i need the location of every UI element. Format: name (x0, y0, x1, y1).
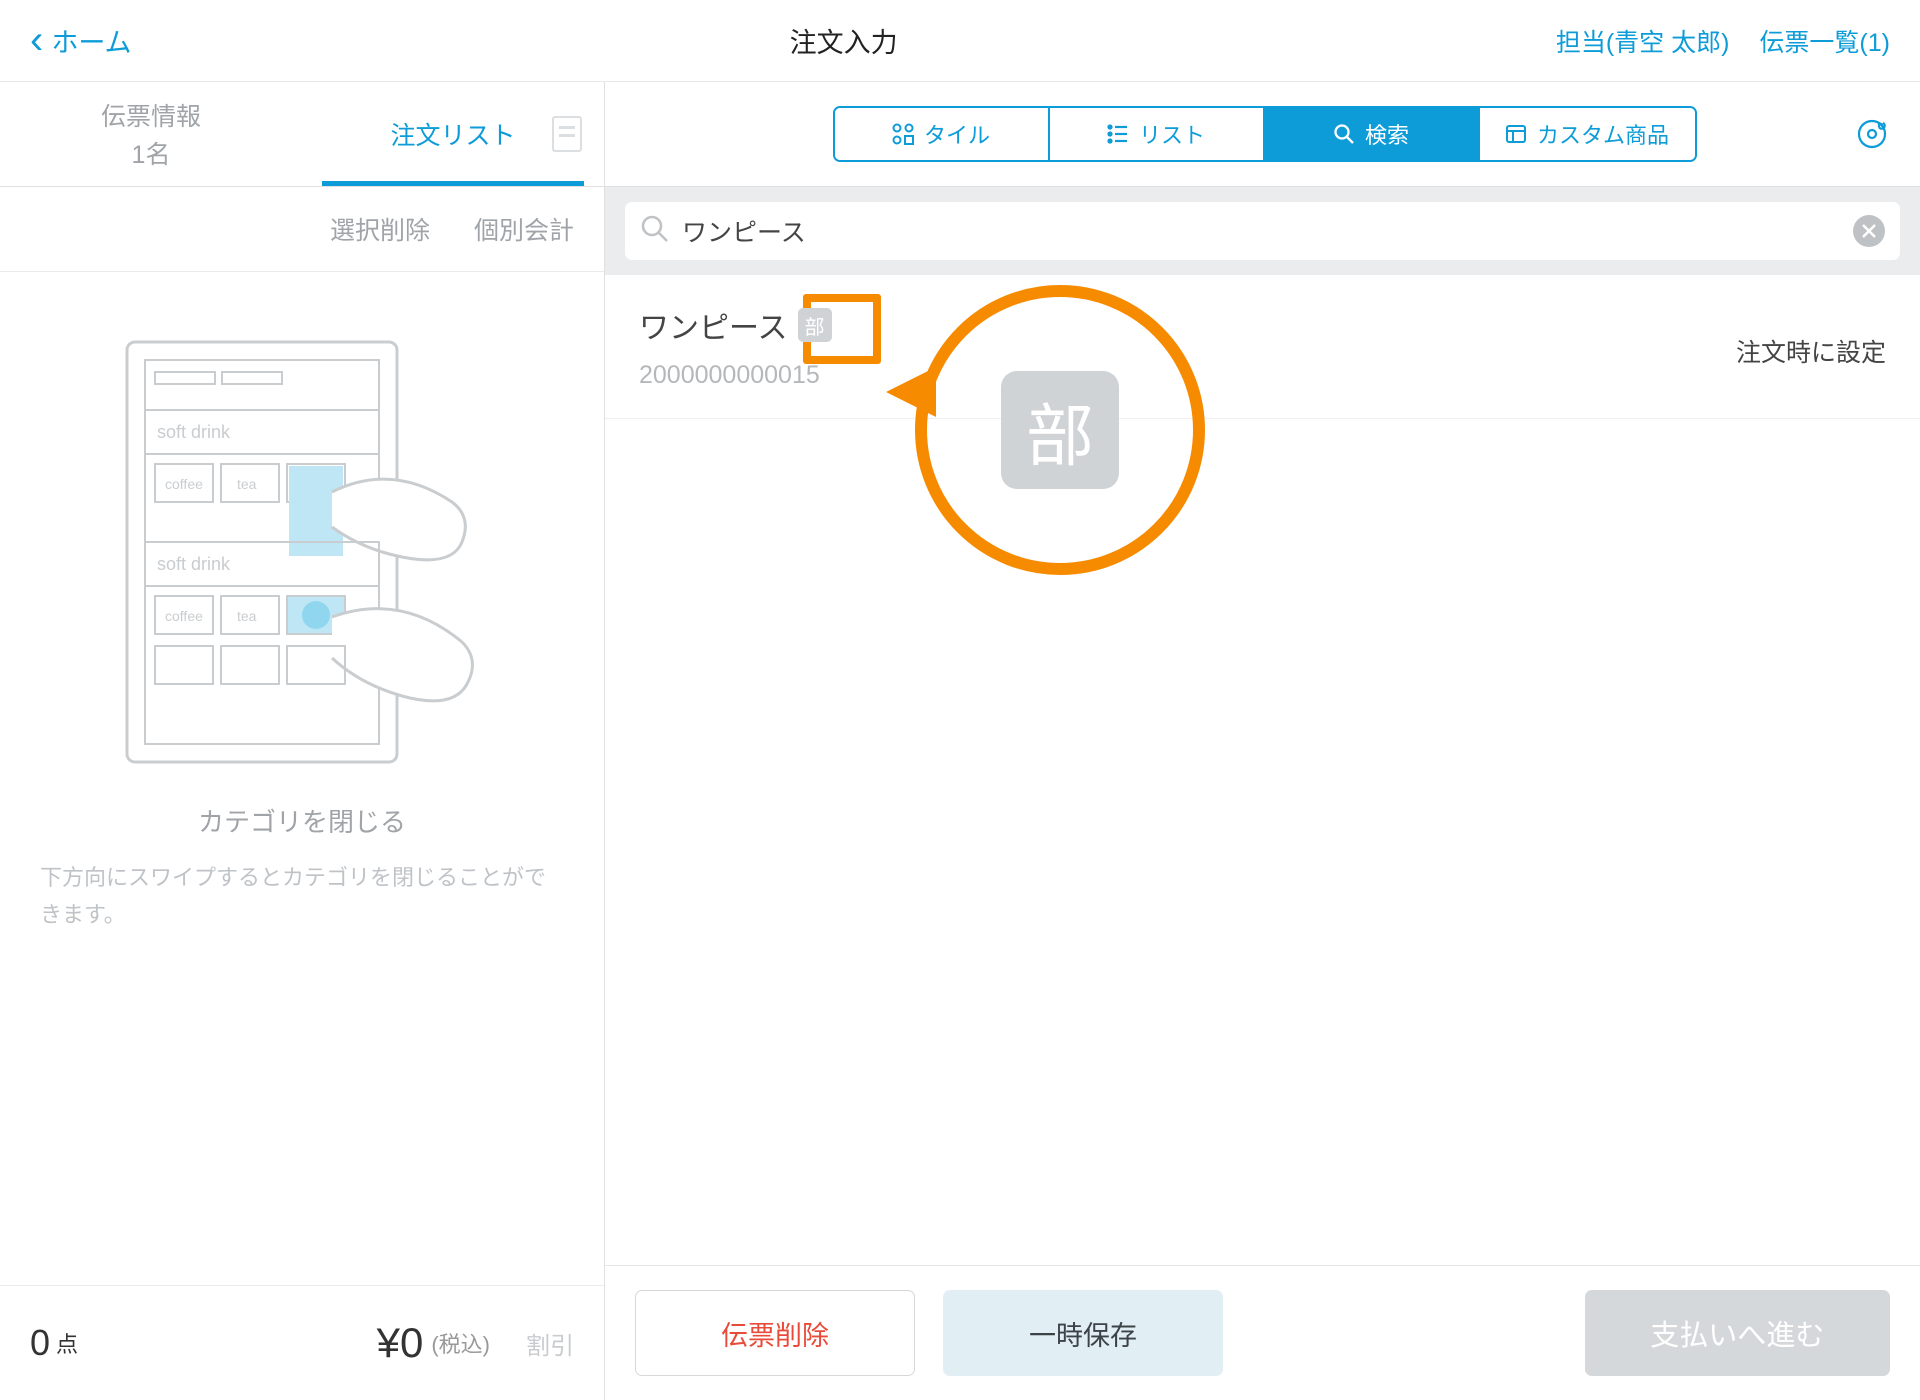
clear-search-button[interactable] (1853, 215, 1885, 247)
swipe-illustration: soft drink coffee tea soft drink coffee … (117, 332, 487, 772)
annotation-circle: 部 (915, 285, 1205, 575)
tab-slip-info-l2: 1名 (132, 135, 171, 171)
slip-list-link[interactable]: 伝票一覧(1) (1759, 23, 1890, 59)
result-note: 注文時に設定 (1736, 303, 1886, 369)
hint-description: 下方向にスワイプするとカテゴリを閉じることができます。 (30, 859, 574, 934)
search-icon (1333, 123, 1355, 145)
document-icon (552, 116, 582, 152)
search-area: ワンピース (605, 187, 1920, 275)
list-icon (1107, 123, 1129, 145)
item-count-unit: 点 (56, 1327, 78, 1359)
discount-button[interactable]: 割引 (526, 1326, 574, 1361)
tab-slip-info[interactable]: 伝票情報 1名 (0, 82, 302, 186)
left-action-row: 選択削除 個別会計 (0, 187, 604, 272)
result-name-text: ワンピース (639, 303, 788, 347)
settings-button[interactable] (1854, 116, 1890, 152)
tab-order-list[interactable]: 注文リスト (302, 82, 604, 186)
svg-text:coffee: coffee (165, 476, 203, 492)
custom-product-icon (1505, 123, 1527, 145)
svg-text:tea: tea (237, 608, 257, 624)
total-price: ¥0 (377, 1319, 424, 1367)
right-panel: タイル リスト 検索 (605, 82, 1920, 1400)
swipe-hint-area: soft drink coffee tea soft drink coffee … (0, 272, 604, 1285)
back-label: ホーム (51, 21, 131, 60)
result-name: ワンピース 部 (639, 303, 1736, 347)
tab-order-list-label: 注文リスト (390, 116, 515, 152)
search-value: ワンピース (682, 213, 1853, 249)
search-input[interactable]: ワンピース (625, 202, 1900, 260)
delete-selected-button[interactable]: 選択削除 (330, 211, 430, 247)
view-list-button[interactable]: リスト (1050, 108, 1265, 160)
close-icon (1862, 224, 1876, 238)
view-custom-button[interactable]: カスタム商品 (1480, 108, 1695, 160)
tab-slip-info-l1: 伝票情報 (101, 97, 201, 133)
search-field-icon (640, 214, 670, 249)
view-search-label: 検索 (1365, 118, 1409, 150)
search-results: ワンピース 部 2000000000015 注文時に設定 部 (605, 275, 1920, 1265)
proceed-payment-button[interactable]: 支払いへ進む (1585, 1290, 1891, 1376)
left-tabs: 伝票情報 1名 注文リスト (0, 82, 604, 187)
back-button[interactable]: ‹ ホーム (30, 18, 132, 63)
svg-text:tea: tea (237, 476, 257, 492)
chevron-left-icon: ‹ (30, 18, 43, 63)
tax-label: (税込) (431, 1327, 490, 1359)
svg-text:coffee: coffee (165, 608, 203, 624)
view-list-label: リスト (1139, 118, 1205, 150)
view-toggle: タイル リスト 検索 (833, 106, 1697, 162)
view-tile-button[interactable]: タイル (835, 108, 1050, 160)
view-custom-label: カスタム商品 (1537, 118, 1669, 150)
assignee-link[interactable]: 担当(青空 太郎) (1556, 23, 1730, 59)
tile-icon (892, 123, 914, 145)
annotation-badge-icon: 部 (1001, 371, 1119, 489)
svg-text:soft drink: soft drink (157, 422, 231, 442)
top-header: ‹ ホーム 注文入力 担当(青空 太郎) 伝票一覧(1) (0, 0, 1920, 82)
view-toolbar: タイル リスト 検索 (605, 82, 1920, 187)
view-tile-label: タイル (924, 118, 990, 150)
delete-slip-button[interactable]: 伝票削除 (635, 1290, 915, 1376)
right-footer: 伝票削除 一時保存 支払いへ進む (605, 1265, 1920, 1400)
left-footer: 0 点 ¥0 (税込) 割引 (0, 1285, 604, 1400)
department-badge-icon: 部 (798, 308, 832, 342)
header-actions: 担当(青空 太郎) 伝票一覧(1) (1556, 23, 1890, 59)
page-title: 注文入力 (790, 21, 898, 60)
left-panel: 伝票情報 1名 注文リスト 選択削除 個別会計 soft drin (0, 82, 605, 1400)
item-count: 0 (30, 1322, 50, 1364)
view-search-button[interactable]: 検索 (1265, 108, 1480, 160)
hint-title: カテゴリを閉じる (198, 802, 406, 839)
svg-text:soft drink: soft drink (157, 554, 231, 574)
split-check-button[interactable]: 個別会計 (474, 211, 574, 247)
save-draft-button[interactable]: 一時保存 (943, 1290, 1223, 1376)
